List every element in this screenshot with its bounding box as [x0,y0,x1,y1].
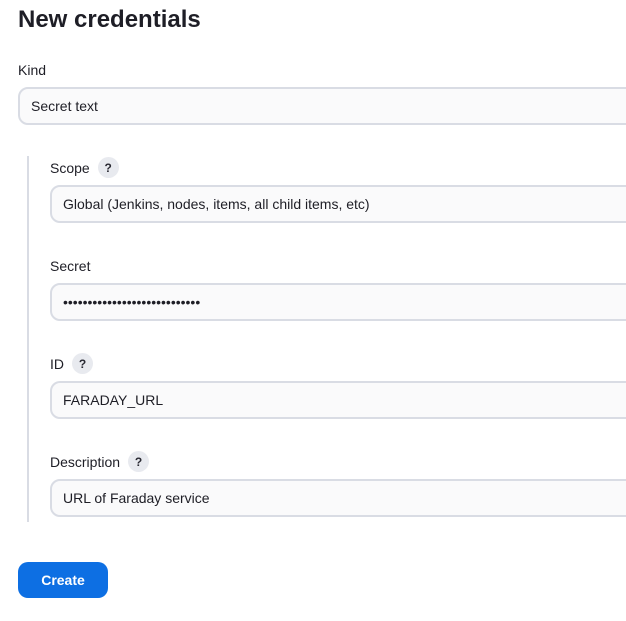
id-label: ID ? [50,353,93,374]
kind-select-value: Secret text [31,98,98,114]
description-label: Description ? [50,451,150,472]
secret-input-value: •••••••••••••••••••••••••••• [63,294,201,310]
scope-help-icon[interactable]: ? [97,157,119,178]
secret-label: Secret [50,257,90,275]
scope-select-value: Global (Jenkins, nodes, items, all child… [63,196,370,212]
kind-label-text: Kind [18,62,47,78]
create-button[interactable]: Create [18,562,108,598]
kind-select[interactable]: Secret text [18,87,626,125]
nested-section-border [27,156,29,522]
kind-label: Kind [18,61,46,79]
secret-input[interactable]: •••••••••••••••••••••••••••• [50,283,626,321]
description-help-icon[interactable]: ? [128,451,150,472]
scope-select[interactable]: Global (Jenkins, nodes, items, all child… [50,185,626,223]
id-help-icon[interactable]: ? [72,353,93,374]
description-input-value: URL of Faraday service [63,490,210,506]
secret-label-text: Secret [50,258,91,274]
new-credentials-page: New credentials Kind Secret text Scope ?… [0,0,626,621]
id-input[interactable]: FARADAY_URL [50,381,626,419]
scope-label-text: Scope [50,159,90,176]
id-input-value: FARADAY_URL [63,392,164,408]
scope-label: Scope ? [50,157,119,178]
id-label-text: ID [50,355,64,372]
page-title: New credentials [18,6,201,33]
description-label-text: Description [50,453,121,470]
description-input[interactable]: URL of Faraday service [50,479,626,517]
